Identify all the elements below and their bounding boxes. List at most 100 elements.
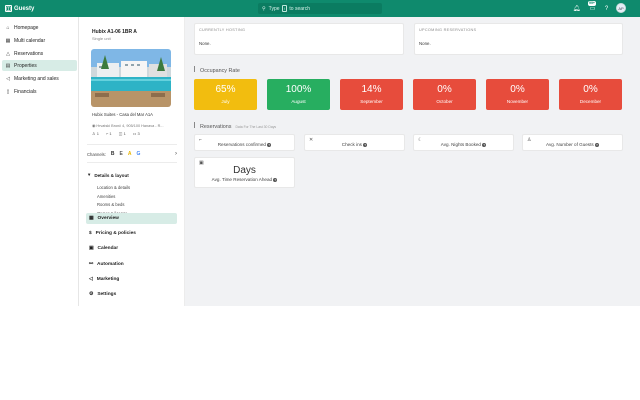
sidebar-item-homepage[interactable]: ⌂ Homepage	[2, 22, 77, 33]
menu-item-automation[interactable]: ⚯ Automation	[86, 259, 177, 270]
top-bar: ◫ Guesty ⚲ Type / to search 🔔︎ ▭ 99+ ? A…	[0, 0, 640, 17]
sidebar-item-label: Multi calendar	[14, 37, 46, 44]
menu-item-label: Calendar	[97, 246, 119, 251]
menu-item-marketing[interactable]: ◁ Marketing	[86, 274, 177, 285]
reservations-title: Reservations	[200, 124, 232, 130]
upcoming-reservations-card: UPCOMING RESERVATIONS None.	[414, 23, 623, 55]
occupancy-month: July	[221, 99, 230, 104]
occupancy-month: August	[291, 99, 306, 104]
bathrooms-stat: ◫ 1	[118, 131, 126, 136]
occupancy-tile-september: 14% September	[340, 79, 403, 110]
check-ins-card: ✕ Check ins ?	[304, 134, 405, 151]
bath-icon: ◫	[118, 131, 123, 136]
sidebar-item-multi-calendar[interactable]: ▦ Multi calendar	[2, 35, 77, 46]
occupancy-value: 100%	[285, 84, 312, 95]
search-input[interactable]: ⚲ Type / to search	[258, 3, 382, 14]
menu-item-pricing-policies[interactable]: $ Pricing & policies	[86, 228, 177, 239]
currently-hosting-value: None.	[199, 41, 211, 46]
airbnb-channel-icon[interactable]: A	[128, 151, 132, 157]
property-panel: Hubix A1-06 1BR A Single unit Hubix Suit…	[79, 17, 185, 306]
brand-logo[interactable]: ◫ Guesty	[5, 4, 34, 13]
occupancy-month: September	[360, 99, 383, 104]
days-value: Days	[233, 165, 256, 176]
reservations-subtitle: Data For The Last 30 Days	[235, 125, 277, 129]
stat-label: Avg. Number of Guests	[546, 142, 594, 147]
sidebar-item-label: Marketing and sales	[14, 75, 59, 82]
help-icon[interactable]: ?	[363, 142, 368, 147]
occupancy-rate-title: Occupancy Rate	[200, 68, 240, 74]
currently-hosting-heading: CURRENTLY HOSTING	[199, 28, 246, 32]
stat-label: Reservations confirmed	[217, 142, 266, 147]
menu-item-label: Settings	[97, 292, 117, 297]
expedia-channel-icon[interactable]: E	[119, 151, 122, 157]
help-icon[interactable]: ?	[594, 142, 599, 147]
occupancy-month: October	[436, 99, 453, 104]
occupancy-month: November	[506, 99, 529, 104]
property-address-text: Hrvatski Bronč 4, 905/100 Hanava - R...	[96, 124, 164, 128]
upcoming-reservations-value: None.	[419, 41, 431, 46]
bedrooms-stat: ⌐ 1	[105, 131, 112, 136]
occupancy-month: December	[579, 99, 602, 104]
stat-label: Check ins	[341, 142, 362, 147]
menu-item-overview[interactable]: ▦ Overview	[86, 213, 177, 224]
chevron-down-icon: ▾	[88, 172, 91, 177]
stat-label: Avg. Time Reservation Ahead	[211, 177, 273, 182]
property-photo[interactable]	[91, 49, 171, 107]
bell-icon[interactable]: 🔔︎	[572, 4, 581, 13]
property-name: Hubix Suites - Casa del Mar A1A	[92, 112, 153, 117]
overview-content: CURRENTLY HOSTING None. UPCOMING RESERVA…	[185, 17, 640, 306]
menu-item-settings[interactable]: ⚙ Settings	[86, 289, 177, 300]
triangle-icon: △	[6, 50, 10, 57]
booking-channel-icon[interactable]: B	[111, 151, 115, 157]
sidebar-item-marketing-and-sales[interactable]: ◁ Marketing and sales	[2, 73, 77, 84]
submenu-rooms-beds[interactable]: Rooms & beds	[97, 202, 124, 207]
sidebar: ⌂ Homepage ▦ Multi calendar △ Reservatio…	[0, 17, 79, 306]
help-icon[interactable]: ?	[273, 177, 278, 182]
beds-stat: ⚏ 3	[132, 131, 140, 136]
search-icon: ⚲	[262, 5, 266, 12]
sidebar-item-label: Homepage	[14, 24, 39, 31]
property-subtitle: Single unit	[92, 36, 111, 41]
brand-name: Guesty	[14, 5, 35, 12]
sidebar-item-reservations[interactable]: △ Reservations	[2, 48, 77, 59]
submenu-amenities[interactable]: Amenities	[97, 194, 115, 199]
avatar[interactable]: AP	[616, 3, 626, 13]
grid-icon: ▦	[89, 216, 94, 221]
dollar-icon: $	[89, 231, 92, 236]
avg-number-of-guests-card: ♙ Avg. Number of Guests ?	[522, 134, 623, 151]
search-placeholder-suffix: to search	[289, 6, 310, 12]
sidebar-item-label: Reservations	[14, 50, 44, 57]
sidebar-item-label: Properties	[14, 62, 37, 69]
sidebar-item-properties[interactable]: ▤ Properties	[2, 60, 77, 71]
bed-icon: ⌐	[105, 131, 109, 136]
google-channel-icon[interactable]: G	[136, 151, 140, 157]
occupancy-tile-july: 65% July	[194, 79, 257, 110]
property-address: ◉ Hrvatski Bronč 4, 905/100 Hanava - R..…	[92, 123, 172, 128]
menu-item-label: Pricing & policies	[95, 231, 136, 236]
help-icon[interactable]: ?	[482, 142, 487, 147]
occupancy-tile-november: 0% November	[486, 79, 549, 110]
occupancy-value: 0%	[437, 84, 452, 95]
occupancy-value: 0%	[510, 84, 525, 95]
menu-item-calendar[interactable]: ▣ Calendar	[86, 243, 177, 254]
help-icon[interactable]: ?	[267, 142, 272, 147]
submenu-location-details[interactable]: Location & details	[97, 185, 130, 190]
occupancy-rate-heading: Occupancy Rate	[194, 66, 240, 74]
guests-icon: ♙	[92, 131, 96, 136]
upcoming-reservations-heading: UPCOMING RESERVATIONS	[419, 28, 477, 32]
divider	[87, 144, 177, 145]
details-layout-toggle[interactable]: ▾ Details & layout	[88, 172, 129, 178]
properties-icon: ▤	[5, 62, 11, 69]
gear-icon: ⚙	[89, 292, 94, 297]
menu-item-label: Marketing	[96, 277, 120, 282]
avg-nights-booked-card: ☾ Avg. Nights Booked ?	[413, 134, 514, 151]
help-icon[interactable]: ?	[602, 4, 611, 13]
details-layout-label: Details & layout	[94, 172, 129, 178]
chevron-right-icon[interactable]: ›	[175, 151, 177, 157]
occupancy-tile-august: 100% August	[267, 79, 330, 110]
megaphone-icon: ◁	[89, 277, 93, 282]
megaphone-icon: ◁	[6, 75, 10, 82]
channels-label: Channels:	[87, 151, 106, 157]
reservations-heading: Reservations Data For The Last 30 Days	[194, 122, 276, 130]
sidebar-item-financials[interactable]: ▯ Financials	[2, 86, 77, 97]
